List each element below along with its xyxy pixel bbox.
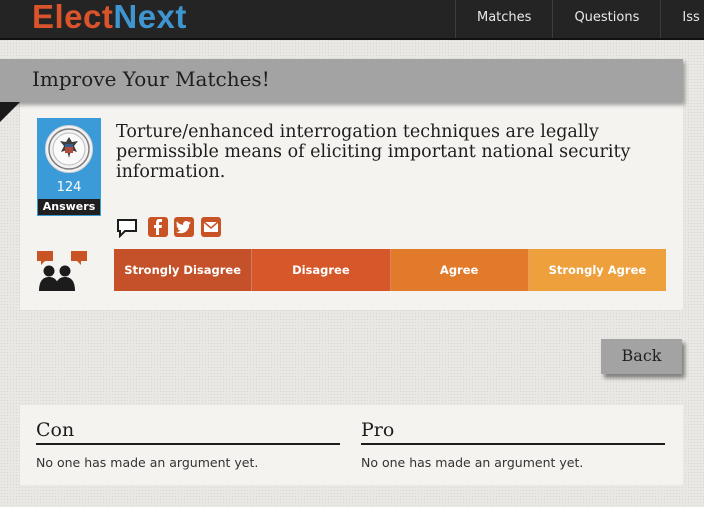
nav-issues[interactable]: Iss <box>660 0 704 38</box>
answer-count: 124 <box>56 180 82 195</box>
pro-empty-message: No one has made an argument yet. <box>361 455 584 470</box>
answer-count-box[interactable]: 124 Answers <box>37 118 101 216</box>
back-button[interactable]: Back <box>601 339 682 374</box>
question-text: Torture/enhanced interrogation technique… <box>116 122 631 182</box>
electnext-logo[interactable]: ElectNext <box>32 0 187 37</box>
strongly-disagree-button[interactable]: Strongly Disagree <box>114 249 253 291</box>
logo-part-next: Next <box>113 0 187 35</box>
nav-matches[interactable]: Matches <box>455 0 552 38</box>
con-empty-message: No one has made an argument yet. <box>36 455 259 470</box>
logo-part-elect: Elect <box>32 0 114 35</box>
con-heading: Con <box>36 418 340 445</box>
agreement-scale: Strongly Disagree Disagree Agree Strongl… <box>114 249 666 291</box>
facebook-icon[interactable] <box>148 217 168 237</box>
pro-column: Pro No one has made an argument yet. <box>361 418 665 470</box>
strongly-agree-button[interactable]: Strongly Agree <box>528 249 666 291</box>
twitter-icon[interactable] <box>174 217 194 237</box>
nav-questions[interactable]: Questions <box>552 0 660 38</box>
top-navigation-bar: ElectNext Matches Questions Iss <box>0 0 704 40</box>
pro-heading: Pro <box>361 418 665 445</box>
disagree-button[interactable]: Disagree <box>252 249 391 291</box>
improve-matches-banner: Improve Your Matches! <box>0 59 683 102</box>
comment-icon[interactable] <box>116 218 138 242</box>
presidential-seal-icon <box>45 125 93 173</box>
banner-fold <box>0 102 20 122</box>
banner-title: Improve Your Matches! <box>32 67 270 91</box>
con-column: Con No one has made an argument yet. <box>36 418 340 470</box>
email-icon[interactable] <box>201 217 221 237</box>
answers-label: Answers <box>38 199 100 215</box>
people-debate-icon <box>35 249 103 297</box>
agree-button[interactable]: Agree <box>390 249 529 291</box>
main-nav: Matches Questions Iss <box>455 0 704 38</box>
